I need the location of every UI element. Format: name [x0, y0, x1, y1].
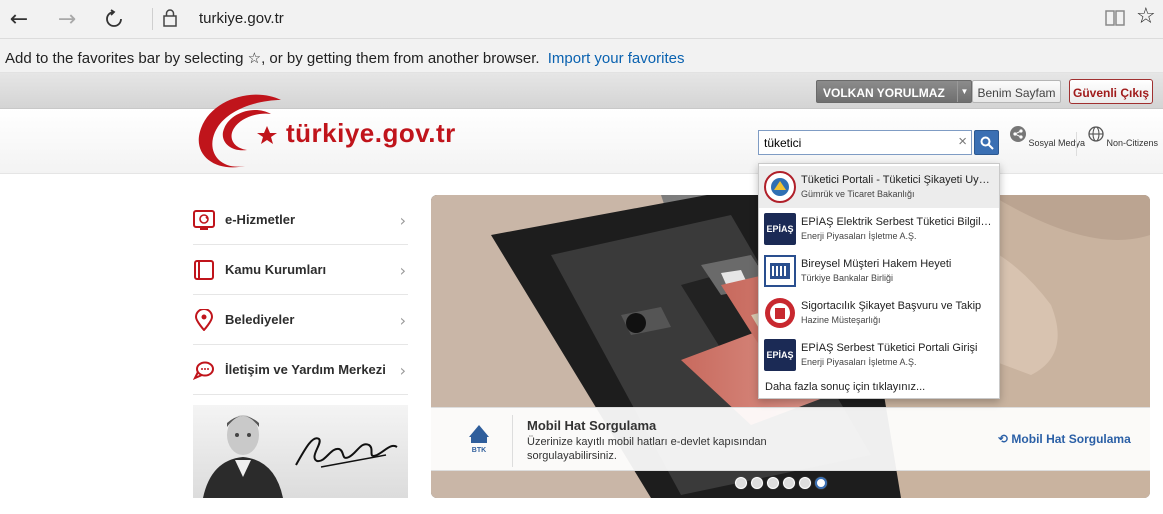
social-media-button[interactable]: Sosyal Medya [1010, 126, 1085, 148]
refresh-icon [106, 9, 122, 27]
search-button[interactable] [974, 130, 999, 155]
ataturk-portrait-icon [203, 415, 283, 498]
ataturk-signature-icon [295, 437, 398, 468]
suggestion-title: EPİAŞ Elektrik Serbest Tüketici Bilgiler… [801, 216, 993, 228]
suggestion-title: Tüketici Portali - Tüketici Şikayeti Uyg… [801, 174, 993, 186]
slider-dot[interactable] [783, 477, 795, 489]
clear-icon[interactable]: × [958, 133, 967, 150]
search-suggestions: Tüketici Portali - Tüketici Şikayeti Uyg… [758, 163, 1000, 399]
non-citizens-button[interactable]: Non-Citizens [1088, 126, 1158, 148]
lock-icon [163, 9, 177, 27]
suggestion-item[interactable]: Sigortacılık Şikayet Başvuru ve Takip Ha… [759, 292, 999, 334]
user-bar: VOLKAN YORULMAZ ▼ Benim Sayfam Güvenli Ç… [0, 73, 1163, 109]
slide-title: Mobil Hat Sorgulama [527, 418, 657, 433]
forward-button[interactable]: → [54, 6, 80, 32]
suggestion-subtitle: Enerji Piyasaları İşletme A.Ş. [801, 357, 917, 367]
refresh-button[interactable] [101, 6, 127, 32]
favorite-star-icon[interactable]: ☆ [1136, 4, 1156, 29]
ataturk-banner [193, 405, 408, 498]
slide-caption: BTK Mobil Hat Sorgulama Üzerinize kayıtl… [431, 407, 1150, 471]
btk-logo-icon: BTK [449, 415, 513, 467]
search-icon [980, 136, 994, 150]
menu-item-iletisim[interactable]: İletişim ve Yardım Merkezi › [193, 345, 408, 395]
chevron-right-icon: › [399, 361, 406, 380]
epias-logo-icon: EPİAŞ [764, 213, 796, 245]
more-results-link[interactable]: Daha fazla sonuç için tıklayınız... [765, 381, 925, 393]
menu-label: İletişim ve Yardım Merkezi [225, 362, 386, 377]
refresh-icon: ⟲ [998, 432, 1009, 446]
svg-text:BTK: BTK [472, 447, 486, 454]
slider-dot[interactable] [735, 477, 747, 489]
suggestion-subtitle: Hazine Müsteşarlığı [801, 315, 881, 325]
chevron-right-icon: › [399, 261, 406, 280]
services-icon [193, 209, 215, 230]
slide-description: Üzerinize kayıtlı mobil hatları e-devlet… [527, 436, 767, 462]
search-input[interactable] [759, 131, 949, 154]
menu-item-e-hizmetler[interactable]: e-Hizmetler › [193, 195, 408, 245]
slide-link-label: Mobil Hat Sorgulama [1011, 432, 1131, 446]
browser-toolbar: ← → turkiye.gov.tr ☆ [0, 0, 1163, 39]
menu-label: e-Hizmetler [225, 212, 296, 227]
customs-ministry-logo-icon [764, 171, 796, 203]
search-box: × [758, 130, 972, 155]
slider-dot[interactable] [799, 477, 811, 489]
my-page-button[interactable]: Benim Sayfam [972, 80, 1061, 103]
suggestion-subtitle: Gümrük ve Ticaret Bakanlığı [801, 189, 915, 199]
back-button[interactable]: ← [6, 6, 32, 32]
slider-dot-active[interactable] [815, 477, 827, 489]
epias-logo-icon: EPİAŞ [764, 339, 796, 371]
banks-association-logo-icon [764, 255, 796, 287]
slider-pagination [735, 477, 831, 489]
username: VOLKAN YORULMAZ [823, 86, 945, 100]
institutions-icon [194, 259, 214, 280]
menu-label: Kamu Kurumları [225, 262, 327, 277]
chevron-right-icon: › [399, 211, 406, 230]
favorites-hint: Add to the favorites bar by selecting ☆,… [5, 50, 540, 67]
slider-dot[interactable] [767, 477, 779, 489]
location-pin-icon [194, 308, 214, 331]
treasury-logo-icon [765, 298, 795, 328]
suggestion-item[interactable]: Bireysel Müşteri Hakem Heyeti Türkiye Ba… [759, 250, 999, 292]
address-separator [152, 8, 153, 30]
globe-icon [1088, 126, 1104, 142]
address-bar[interactable]: turkiye.gov.tr [199, 10, 284, 27]
suggestion-item[interactable]: EPİAŞ EPİAŞ Serbest Tüketici Portali Gir… [759, 334, 999, 376]
slider-dot[interactable] [751, 477, 763, 489]
menu-item-belediyeler[interactable]: Belediyeler › [193, 295, 408, 345]
suggestion-item[interactable]: Tüketici Portali - Tüketici Şikayeti Uyg… [759, 166, 999, 208]
turkiye-gov-logo-icon[interactable] [193, 88, 293, 173]
left-menu: e-Hizmetler › Kamu Kurumları › Belediyel… [193, 195, 408, 395]
menu-label: Belediyeler [225, 312, 295, 327]
import-favorites-link[interactable]: Import your favorites [548, 50, 685, 67]
share-icon [1010, 126, 1026, 142]
user-menu-dropdown[interactable]: VOLKAN YORULMAZ ▼ [816, 80, 972, 103]
suggestion-subtitle: Enerji Piyasaları İşletme A.Ş. [801, 231, 917, 241]
suggestion-subtitle: Türkiye Bankalar Birliği [801, 273, 894, 283]
help-chat-icon [193, 361, 214, 380]
logout-button[interactable]: Güvenli Çıkış [1069, 79, 1153, 104]
site-logo-text[interactable]: türkiye.gov.tr [286, 118, 456, 149]
suggestion-title: Bireysel Müşteri Hakem Heyeti [801, 258, 952, 270]
chevron-right-icon: › [399, 311, 406, 330]
suggestion-item[interactable]: EPİAŞ EPİAŞ Elektrik Serbest Tüketici Bi… [759, 208, 999, 250]
menu-item-kamu-kurumlari[interactable]: Kamu Kurumları › [193, 245, 408, 295]
chevron-down-icon: ▼ [957, 81, 971, 102]
suggestion-title: Sigortacılık Şikayet Başvuru ve Takip [801, 300, 982, 312]
favorites-bar: Add to the favorites bar by selecting ☆,… [0, 39, 1163, 73]
reading-view-icon[interactable] [1104, 8, 1126, 28]
slide-link[interactable]: ⟲ Mobil Hat Sorgulama [998, 432, 1131, 446]
header-divider [1076, 132, 1077, 156]
suggestion-title: EPİAŞ Serbest Tüketici Portali Girişi [801, 342, 978, 354]
non-citizens-label: Non-Citizens [1106, 138, 1159, 148]
